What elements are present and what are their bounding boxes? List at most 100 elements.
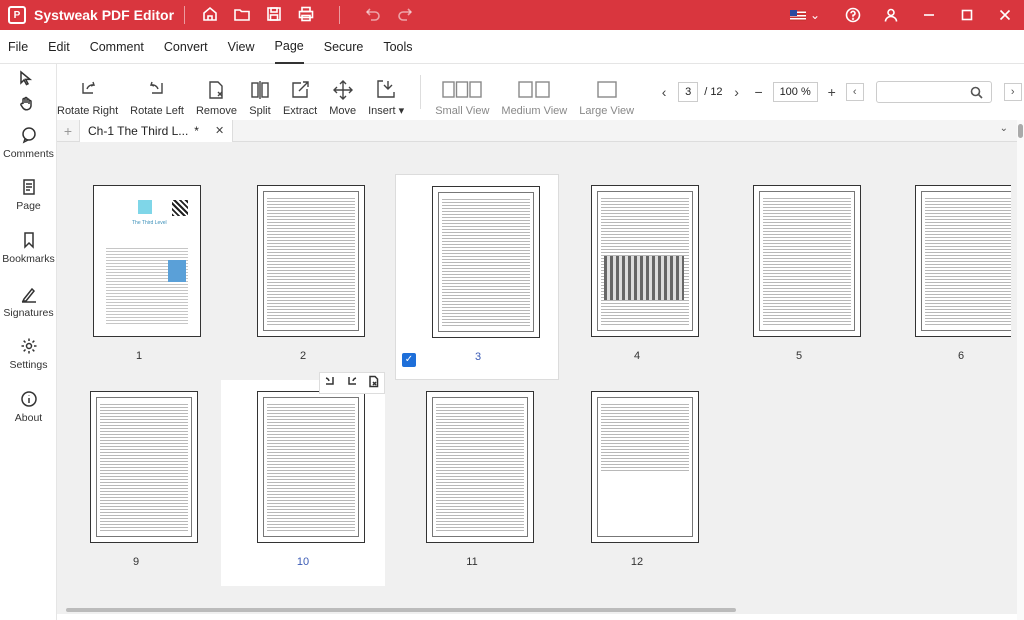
medium-view-label: Medium View	[501, 105, 568, 117]
page-number-label: 2	[299, 350, 307, 362]
extract-label: Extract	[282, 105, 318, 117]
move-button[interactable]: Move	[329, 67, 356, 117]
page-preview	[90, 391, 198, 543]
horizontal-scrollbar[interactable]	[66, 608, 736, 612]
previous-page-icon[interactable]: ‹	[656, 82, 672, 102]
user-icon[interactable]	[872, 0, 910, 30]
menu-tools[interactable]: Tools	[383, 30, 412, 64]
chevron-down-icon[interactable]: ⌄	[810, 8, 820, 22]
close-icon[interactable]	[986, 0, 1024, 30]
search-input[interactable]	[875, 81, 992, 103]
select-cursor-icon[interactable]	[18, 70, 38, 90]
extract-button[interactable]: Extract	[283, 67, 317, 117]
zoom-level-input[interactable]: 100 %	[772, 82, 818, 102]
page-thumbnail-selected[interactable]: ✓ 3	[395, 174, 559, 380]
tab-document[interactable]: Ch-1 The Third L... * ✕	[79, 119, 234, 142]
close-tab-icon[interactable]: ✕	[215, 124, 224, 137]
hand-icon[interactable]	[18, 96, 38, 116]
menu-edit[interactable]: Edit	[48, 30, 70, 64]
page-thumbnail[interactable]: 11	[390, 380, 554, 586]
delete-page-icon[interactable]	[367, 375, 380, 391]
rotate-right-button[interactable]: Rotate Right	[57, 67, 118, 117]
page-thumbnail[interactable]: The Third Level 1	[57, 174, 221, 380]
home-icon[interactable]	[201, 5, 219, 26]
sidebar-item-comments[interactable]: Comments	[0, 126, 57, 160]
split-button[interactable]: Split	[249, 67, 271, 117]
page-thumbnail-grid: The Third Level 1 2 ✓ 3 4 5 6 9 10 11 12	[57, 142, 1017, 614]
remove-button[interactable]: Remove	[196, 67, 237, 117]
sidebar-item-bookmarks[interactable]: Bookmarks	[0, 231, 57, 265]
page-thumbnail[interactable]: 6	[879, 174, 1011, 380]
insert-button[interactable]: Insert ▾	[368, 67, 404, 117]
pointer-tools	[0, 64, 57, 120]
menu-convert[interactable]: Convert	[164, 30, 208, 64]
info-icon	[20, 391, 37, 407]
help-icon[interactable]	[834, 0, 872, 30]
page-number-input[interactable]: 3	[678, 82, 699, 102]
zoom-in-icon[interactable]: +	[824, 82, 840, 102]
qr-code	[172, 200, 188, 216]
language-flag-icon[interactable]	[789, 9, 806, 21]
zoom-out-icon[interactable]: −	[751, 82, 767, 102]
large-view-button[interactable]: Large View	[579, 67, 634, 117]
vertical-scrollbar[interactable]	[1017, 120, 1024, 620]
redo-icon[interactable]	[396, 5, 414, 26]
minimize-icon[interactable]	[910, 0, 948, 30]
insert-page-icon	[377, 80, 395, 98]
move-label: Move	[329, 105, 357, 117]
cover-title: The Third Level	[132, 220, 167, 226]
gear-icon	[21, 338, 36, 354]
tab-modified-indicator: *	[194, 123, 199, 138]
rotate-right-icon	[81, 81, 95, 94]
menu-secure[interactable]: Secure	[324, 30, 364, 64]
print-icon[interactable]	[297, 5, 315, 26]
sidebar-item-settings[interactable]: Settings	[0, 337, 57, 371]
page-number-label: 9	[132, 556, 140, 568]
sidebar-item-page[interactable]: Page	[0, 178, 57, 212]
menu-view[interactable]: View	[228, 30, 255, 64]
extract-icon	[292, 81, 309, 98]
split-icon	[251, 81, 269, 99]
sidebar-item-about[interactable]: About	[0, 390, 57, 424]
rotate-left-icon[interactable]	[324, 375, 337, 391]
search-next-icon[interactable]: ›	[1003, 83, 1022, 101]
page-preview	[753, 185, 861, 337]
page-preview	[257, 391, 365, 543]
sidebar-item-label: Page	[16, 200, 41, 212]
chevron-down-icon[interactable]: ⌄	[1000, 123, 1008, 134]
page-thumbnail-hovered[interactable]: 10	[221, 372, 385, 586]
page-thumbnail[interactable]: 2	[221, 174, 385, 380]
next-page-icon[interactable]: ›	[729, 82, 745, 102]
page-thumbnail[interactable]: 12	[555, 380, 719, 586]
page-total: / 12	[704, 86, 723, 98]
signature-pen-icon	[21, 287, 36, 303]
rotate-left-button[interactable]: Rotate Left	[130, 67, 184, 117]
page-thumbnail[interactable]: 4	[555, 174, 719, 380]
menu-page[interactable]: Page	[274, 30, 304, 64]
remove-page-icon	[209, 81, 224, 99]
save-icon[interactable]	[265, 5, 283, 26]
menu-comment[interactable]: Comment	[90, 30, 144, 64]
menu-file[interactable]: File	[8, 30, 28, 64]
new-tab-icon[interactable]: +	[57, 123, 79, 139]
folder-icon[interactable]	[233, 5, 251, 26]
divider	[184, 6, 186, 24]
comment-icon	[21, 127, 36, 144]
cover-image	[138, 200, 152, 214]
undo-icon[interactable]	[364, 5, 382, 26]
large-view-icon	[596, 81, 617, 98]
search-previous-icon[interactable]: ‹	[845, 83, 864, 101]
rotate-right-label: Rotate Right	[57, 105, 119, 117]
small-view-button[interactable]: Small View	[435, 67, 489, 117]
sidebar-item-signatures[interactable]: Signatures	[0, 285, 57, 319]
page-number-label: 6	[957, 350, 965, 362]
page-number-label: 3	[474, 351, 482, 363]
maximize-icon[interactable]	[948, 0, 986, 30]
rotate-right-icon[interactable]	[345, 375, 358, 391]
medium-view-button[interactable]: Medium View	[501, 67, 567, 117]
page-thumbnail[interactable]: 5	[717, 174, 881, 380]
page-icon	[22, 179, 35, 195]
sidebar-item-label: Bookmarks	[2, 253, 55, 265]
page-thumbnail[interactable]: 9	[54, 380, 218, 586]
page-navigator: ‹ 3 / 12 › − 100 % + ‹ ›	[656, 81, 1022, 103]
